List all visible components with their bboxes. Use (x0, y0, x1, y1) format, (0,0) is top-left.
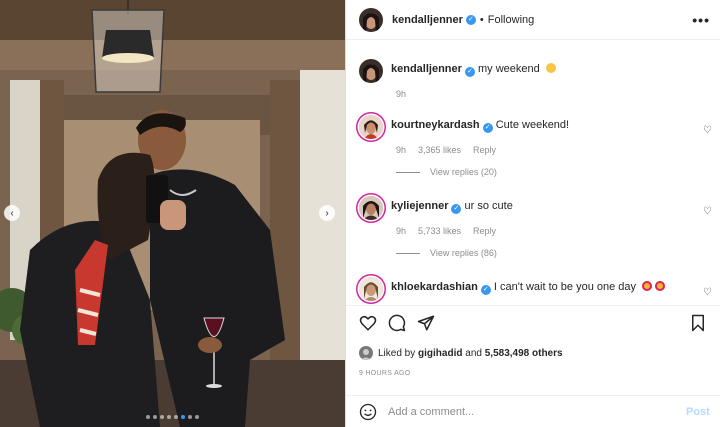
comment-text: Cute weekend! (495, 119, 570, 131)
carousel-dot (160, 415, 164, 419)
view-replies-button[interactable]: View replies (20) (396, 167, 714, 177)
save-bookmark-icon[interactable] (689, 314, 707, 332)
carousel-dot (146, 415, 150, 419)
chevron-right-icon: › (325, 207, 329, 219)
post-header: kendalljenner ✓ • Following ••• (346, 0, 720, 40)
carousel-indicator (0, 415, 345, 419)
comment-timestamp[interactable]: 9h (396, 226, 406, 236)
add-comment-input[interactable] (386, 404, 680, 419)
liked-by-summary: Liked by gigihadid and 5,583,498 others (359, 346, 563, 360)
post-caption: kendalljenner ✓ my weekend 9h (359, 59, 714, 99)
following-button[interactable]: Following (488, 14, 534, 26)
comment-text: I can't wait to be you one day (493, 281, 637, 293)
comment-item: khloekardashian ✓ I can't wait to be you … (359, 277, 714, 301)
reply-button[interactable]: Reply (473, 226, 496, 236)
view-replies-label: View replies (20) (430, 167, 497, 177)
caption-author-avatar[interactable] (359, 59, 383, 83)
view-replies-label: View replies (86) (430, 248, 497, 258)
carousel-dot (153, 415, 157, 419)
comment-bubble-icon[interactable] (388, 314, 406, 332)
share-send-icon[interactable] (417, 314, 435, 332)
verified-badge-icon: ✓ (480, 285, 491, 295)
liker-username[interactable]: gigihadid (418, 348, 462, 359)
header-separator: • (479, 13, 484, 26)
like-heart-icon[interactable] (359, 314, 377, 332)
author-avatar[interactable] (359, 7, 383, 32)
view-replies-line (396, 171, 420, 173)
carousel-dot (174, 415, 178, 419)
carousel-dot (167, 415, 171, 419)
reply-button[interactable]: Reply (473, 145, 496, 155)
heart-eyes-emoji-icon (642, 281, 653, 291)
comment-like-heart-icon[interactable]: ♡ (703, 206, 712, 217)
view-replies-button[interactable]: View replies (86) (396, 248, 714, 258)
next-slide-button[interactable]: › (319, 205, 335, 221)
liker-avatar[interactable] (359, 346, 373, 360)
add-comment-bar: Post (346, 395, 720, 427)
comment-likes-count[interactable]: 3,365 likes (418, 145, 461, 155)
post-time-ago[interactable]: 9 HOURS AGO (359, 370, 411, 377)
view-replies-line (396, 252, 420, 254)
smiling-face-emoji-icon (545, 63, 556, 73)
author-username[interactable]: kendalljenner (392, 14, 463, 26)
carousel-dot (195, 415, 199, 419)
commenter-username[interactable]: kyliejenner (391, 200, 448, 212)
liked-by-prefix: Liked by (378, 347, 416, 359)
verified-badge-icon: ✓ (464, 67, 475, 77)
liked-by-and: and (465, 347, 482, 359)
post-action-bar (346, 305, 720, 340)
chevron-left-icon: ‹ (10, 207, 14, 219)
instagram-post: ‹ › kendalljenner ✓ • Following ••• kend… (0, 0, 720, 427)
caption-timestamp[interactable]: 9h (396, 89, 406, 99)
comment-like-heart-icon[interactable]: ♡ (703, 125, 712, 136)
commenter-username[interactable]: kourtneykardash (391, 119, 480, 131)
comment-item: kyliejenner ✓ ur so cute ♡ 9h 5,733 likes… (359, 196, 714, 258)
previous-slide-button[interactable]: ‹ (4, 205, 20, 221)
comment-text: ur so cute (464, 200, 513, 212)
comment-likes-count[interactable]: 5,733 likes (418, 226, 461, 236)
post-details-panel: kendalljenner ✓ • Following ••• kendallj… (345, 0, 720, 427)
heart-eyes-emoji-icon (655, 281, 666, 291)
comment-meta: 9h 5,733 likes Reply (396, 226, 714, 236)
likes-others-count[interactable]: 5,583,498 others (485, 348, 563, 359)
comment-like-heart-icon[interactable]: ♡ (703, 287, 712, 298)
post-media[interactable]: ‹ › (0, 0, 345, 427)
caption-meta: 9h (396, 89, 714, 99)
emoji-picker-icon[interactable] (359, 403, 377, 421)
commenter-avatar[interactable] (359, 196, 383, 220)
more-options-icon[interactable]: ••• (692, 12, 710, 28)
carousel-dot (181, 415, 185, 419)
comment-meta: 9h 3,365 likes Reply (396, 145, 714, 155)
caption-username[interactable]: kendalljenner (391, 63, 462, 75)
verified-badge-icon: ✓ (465, 14, 476, 25)
commenter-username[interactable]: khloekardashian (391, 281, 478, 293)
comment-timestamp[interactable]: 9h (396, 145, 406, 155)
verified-badge-icon: ✓ (451, 204, 462, 214)
post-photo (0, 0, 345, 427)
commenter-avatar[interactable] (359, 115, 383, 139)
post-comment-button[interactable]: Post (686, 406, 710, 418)
verified-badge-icon: ✓ (482, 123, 493, 133)
caption-text: my weekend (477, 63, 540, 75)
commenter-avatar[interactable] (359, 277, 383, 301)
carousel-dot (188, 415, 192, 419)
comment-item: kourtneykardash ✓ Cute weekend! ♡ 9h 3,36… (359, 115, 714, 177)
